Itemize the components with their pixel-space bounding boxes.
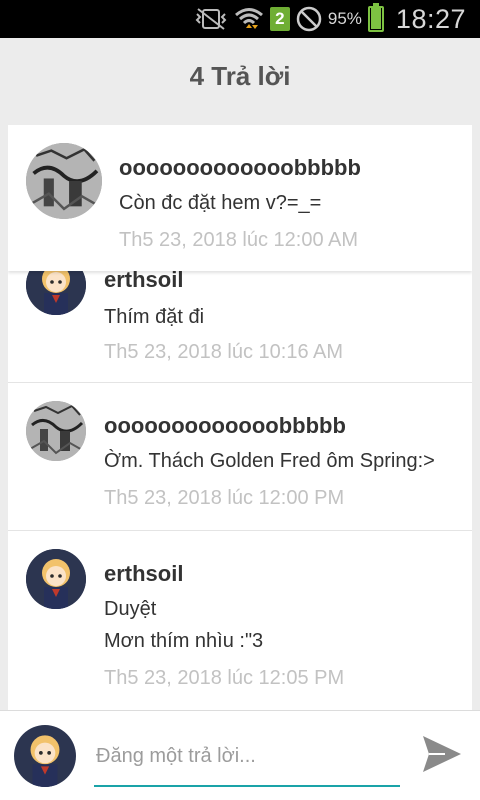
reply-text-line-2: Mơn thím nhìu :"3 <box>104 630 264 652</box>
page-title: 4 Trả lời <box>189 60 291 91</box>
reply-text: Ờm. Thách Golden Fred ôm Spring:> <box>104 450 435 472</box>
header: 4 Trả lời <box>0 38 480 114</box>
vibrate-off-icon <box>194 7 228 31</box>
anime-girl-avatar[interactable] <box>26 549 86 609</box>
anime-girl-avatar <box>14 725 76 787</box>
battery-percentage: 95% <box>327 9 362 28</box>
post-text: Còn đc đặt hem v?=_= <box>119 192 322 214</box>
reply-timestamp: Th5 23, 2018 lúc 12:05 PM <box>104 667 345 689</box>
reply-list[interactable]: erthsoil Thím đặt đi Th5 23, 2018 lúc 10… <box>8 125 472 710</box>
reply-author[interactable]: erthsoil <box>104 561 183 587</box>
reply-composer <box>0 710 480 800</box>
status-bar: 2 95% 18:27 <box>0 0 480 38</box>
battery-icon <box>367 3 384 32</box>
reply-author[interactable]: ooooooooooooobbbbb <box>104 413 346 439</box>
reply-item[interactable]: ooooooooooooobbbbb Ờm. Thách Golden Fred… <box>8 383 472 531</box>
post-timestamp: Th5 23, 2018 lúc 12:00 AM <box>119 229 359 251</box>
reply-timestamp: Th5 23, 2018 lúc 12:00 PM <box>104 487 345 509</box>
clock: 18:27 <box>395 3 466 34</box>
reply-text: Thím đặt đi <box>104 306 205 328</box>
send-icon <box>421 734 463 779</box>
wifi-icon <box>234 6 264 32</box>
sketch-avatar[interactable] <box>26 143 102 219</box>
post-author[interactable]: ooooooooooooobbbbb <box>119 155 361 181</box>
sim-badge: 2 <box>269 7 290 31</box>
reply-item[interactable]: erthsoil Duyệt Mơn thím nhìu :"3 Th5 23,… <box>8 531 472 710</box>
reply-timestamp: Th5 23, 2018 lúc 10:16 AM <box>104 341 344 363</box>
do-not-disturb-icon <box>296 6 322 32</box>
reply-input[interactable] <box>94 739 400 787</box>
sketch-avatar[interactable] <box>26 401 86 461</box>
send-button[interactable] <box>416 731 468 781</box>
reply-text-line-1: Duyệt <box>104 598 157 620</box>
original-post[interactable]: ooooooooooooobbbbb Còn đc đặt hem v?=_= … <box>8 125 472 271</box>
